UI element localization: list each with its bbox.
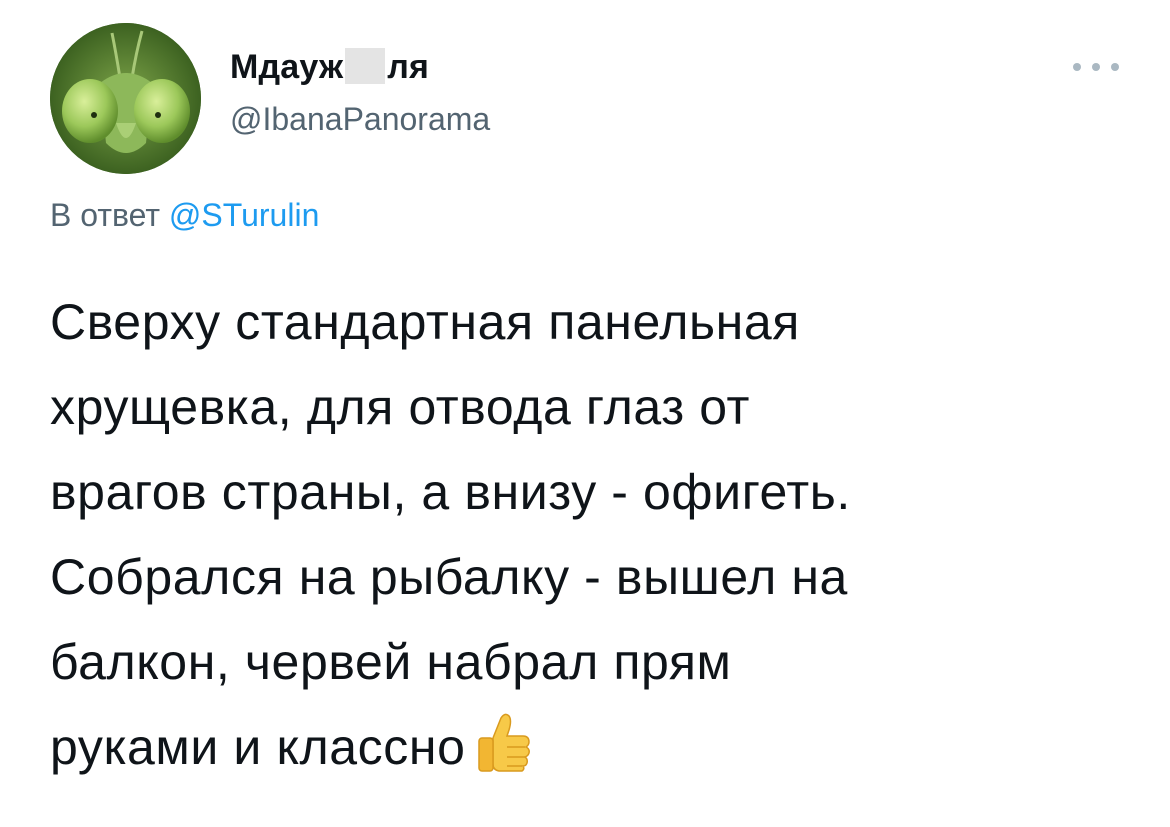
- tweet: Мдауж ля @IbanaPanorama В ответ @STurulin…: [0, 0, 1170, 827]
- more-horizontal-icon[interactable]: [1073, 62, 1119, 72]
- more-dot: [1111, 63, 1119, 71]
- tweet-text: Сверху стандартная панельная хрущевка, д…: [50, 280, 1130, 798]
- more-dot: [1073, 63, 1081, 71]
- tweet-line: Собрался на рыбалку - вышел на: [50, 549, 848, 605]
- reply-context: В ответ @STurulin: [50, 197, 319, 234]
- avatar[interactable]: [50, 23, 201, 174]
- tweet-line: руками и классно: [50, 719, 466, 775]
- display-name-end: ля: [387, 48, 430, 86]
- reply-mention-link[interactable]: @STurulin: [169, 197, 319, 233]
- redaction-box: [345, 48, 386, 84]
- tweet-line: врагов страны, а внизу - офигеть.: [50, 464, 851, 520]
- praying-mantis-avatar-icon: [50, 23, 201, 174]
- reply-prefix: В ответ: [50, 197, 161, 233]
- user-handle[interactable]: @IbanaPanorama: [230, 101, 490, 138]
- more-dot: [1092, 63, 1100, 71]
- tweet-line: Сверху стандартная панельная: [50, 294, 800, 350]
- tweet-line: балкон, червей набрал прям: [50, 634, 732, 690]
- thumbs-up-emoji-icon: [475, 712, 533, 798]
- tweet-line: хрущевка, для отвода глаз от: [50, 379, 751, 435]
- display-name-start: Мдауж: [230, 48, 344, 86]
- display-name[interactable]: Мдауж ля: [230, 48, 429, 87]
- tweet-last-line: руками и классно: [50, 705, 1130, 798]
